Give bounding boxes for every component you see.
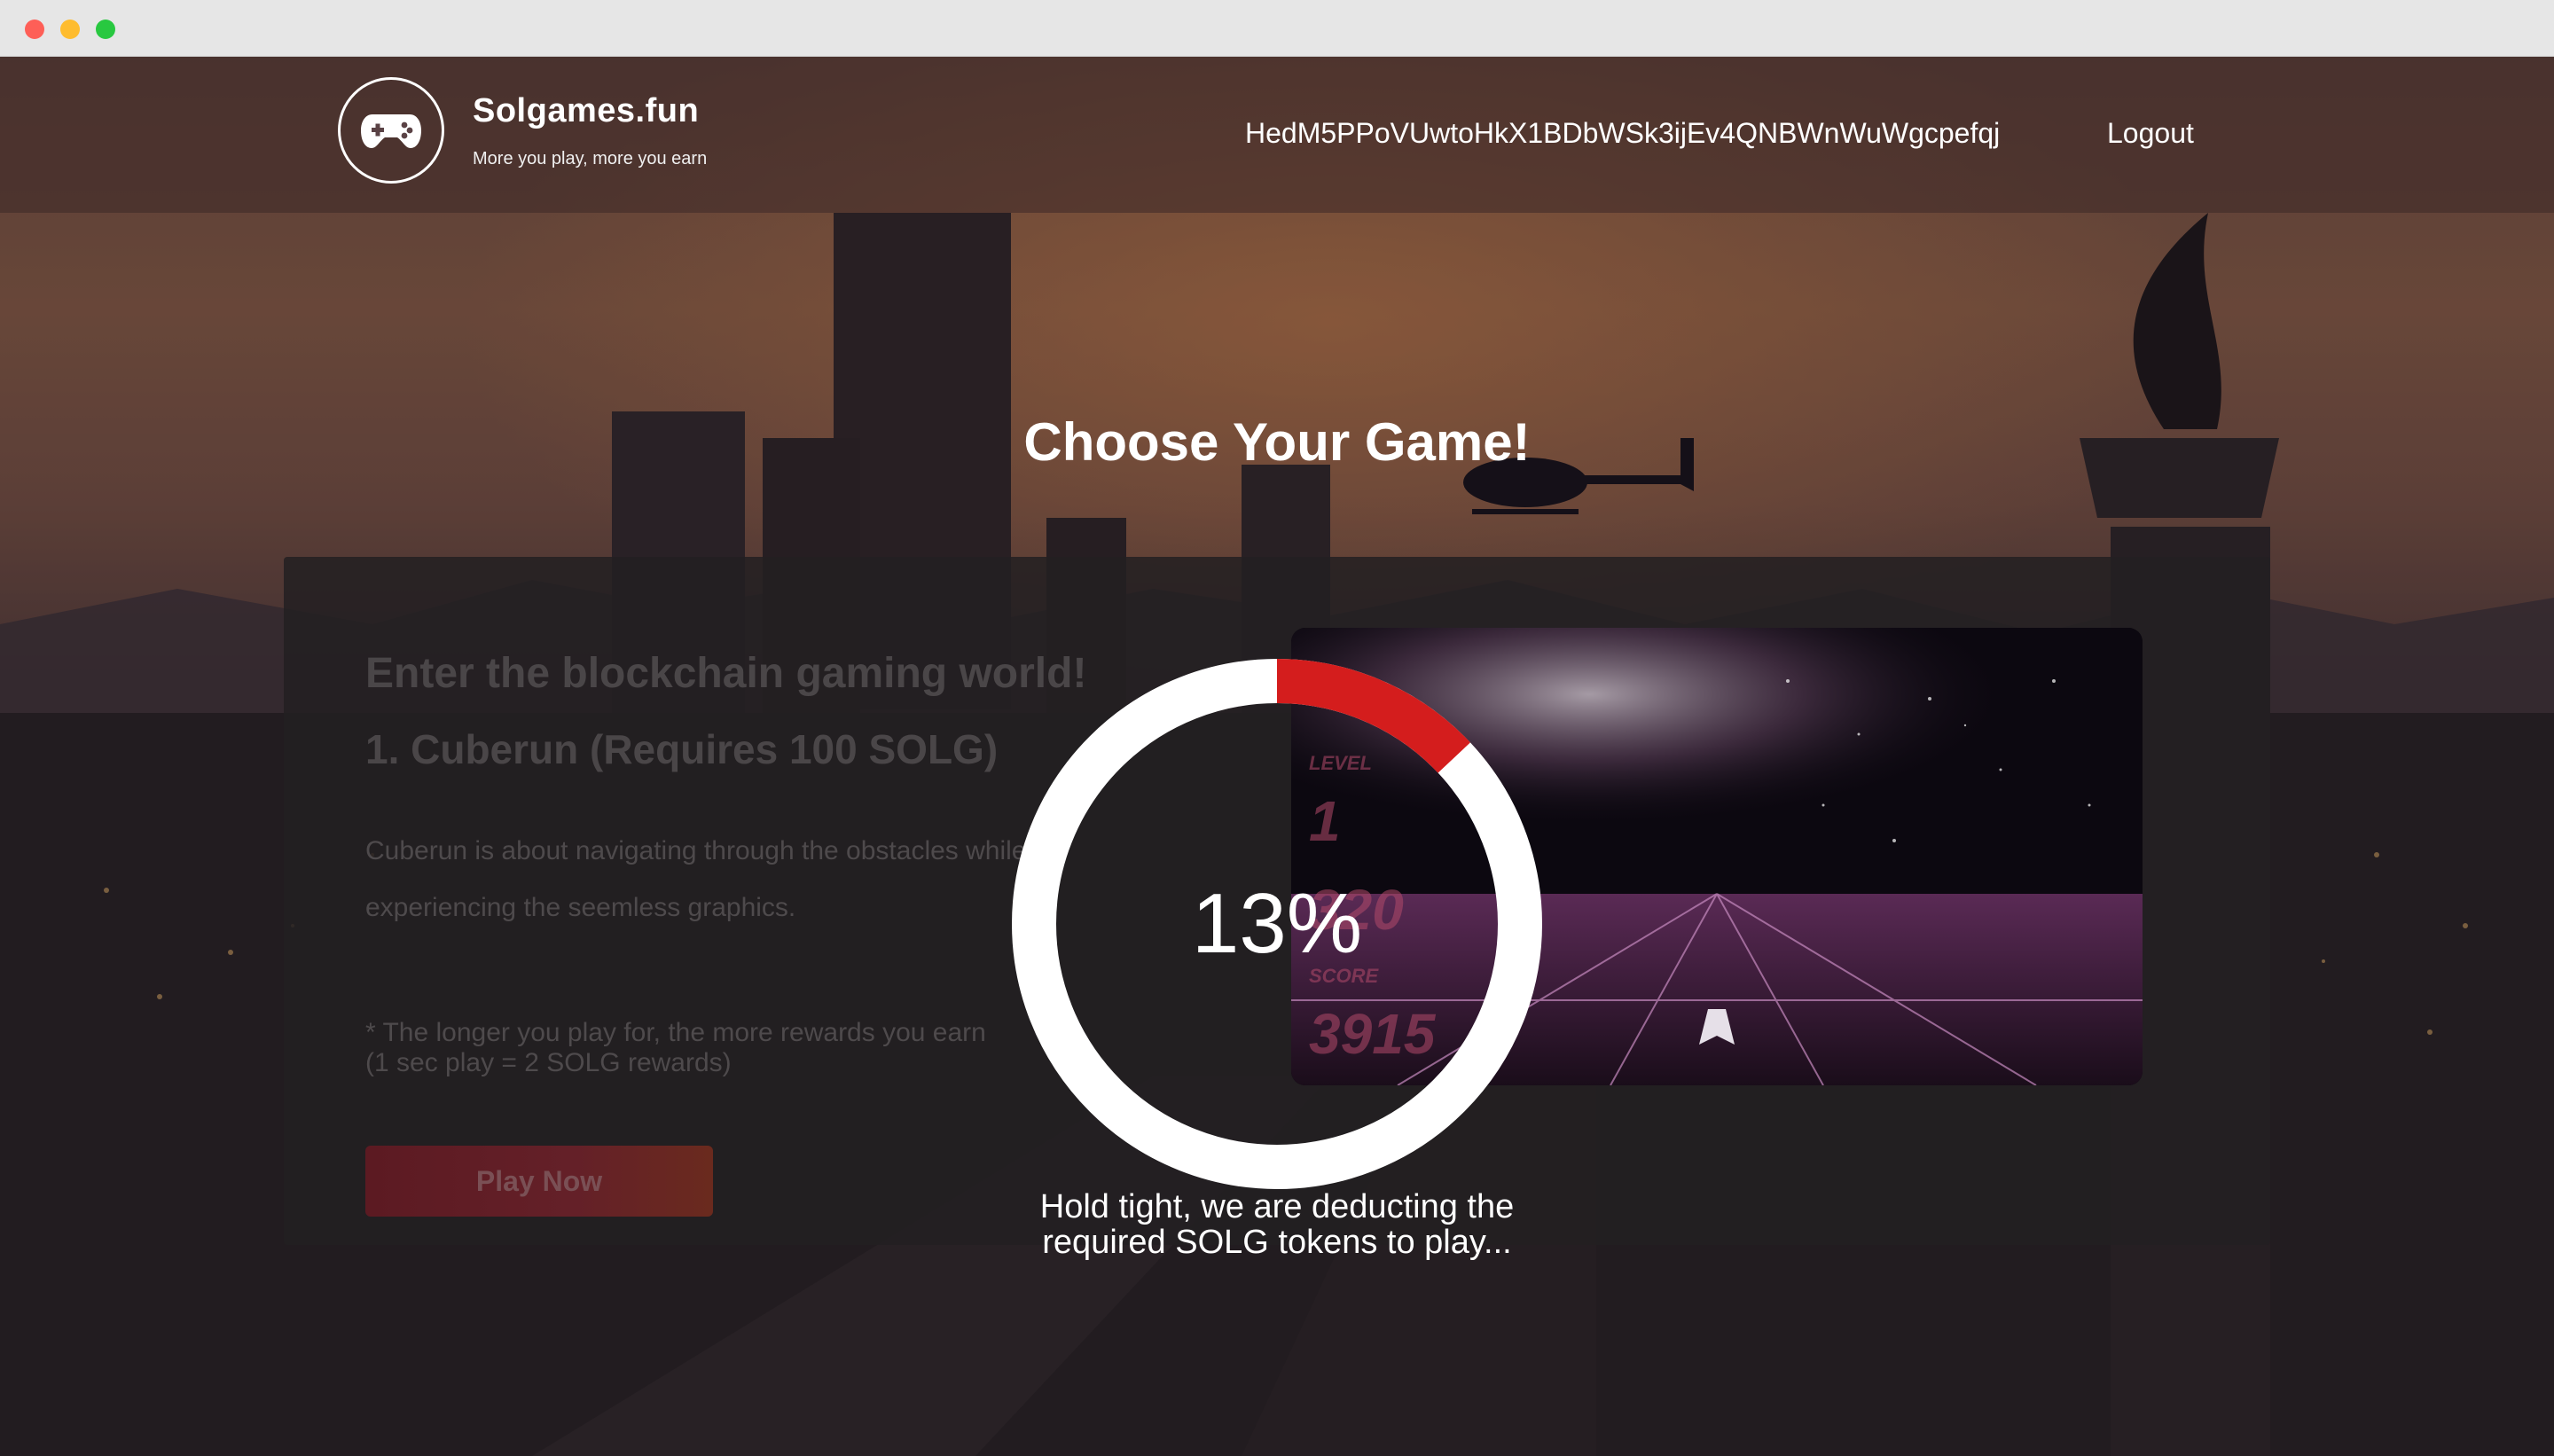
wallet-address: HedM5PPoVUwtoHkX1BDbWSk3ijEv4QNBWnWuWgcp… bbox=[1245, 117, 2001, 149]
game-description: Cuberun is about navigating through the … bbox=[365, 836, 1027, 922]
navbar: Solgames.fun More you play, more you ear… bbox=[0, 57, 2554, 213]
maximize-window-button[interactable] bbox=[96, 20, 115, 39]
brand-name: Solgames.fun bbox=[473, 92, 700, 129]
loading-message-line1: Hold tight, we are deducting the bbox=[1039, 1188, 1515, 1225]
progress-percentage: 13% bbox=[1191, 876, 1363, 971]
brand-tagline: More you play, more you earn bbox=[473, 149, 708, 168]
rewards-note: * The longer you play for, the more rewa… bbox=[365, 1018, 986, 1047]
logout-link[interactable]: Logout bbox=[2107, 117, 2194, 150]
rewards-rate-note: (1 sec play = 2 SOLG rewards) bbox=[365, 1048, 732, 1077]
gamepad-icon bbox=[361, 114, 421, 148]
page-title: Choose Your Game! bbox=[1023, 412, 1531, 472]
progress-ring: 13% bbox=[1004, 651, 1550, 1197]
minimize-window-button[interactable] bbox=[60, 20, 80, 39]
play-now-button[interactable]: Play Now bbox=[365, 1146, 713, 1217]
card-title: Enter the blockchain gaming world! bbox=[365, 650, 1087, 697]
game-name: 1. Cuberun (Requires 100 SOLG) bbox=[365, 726, 999, 772]
loading-message-line2: required SOLG tokens to play... bbox=[1042, 1224, 1512, 1261]
logo[interactable] bbox=[338, 77, 444, 184]
window-titlebar bbox=[0, 0, 2554, 57]
page: Solgames.fun More you play, more you ear… bbox=[0, 57, 2554, 1456]
close-window-button[interactable] bbox=[25, 20, 44, 39]
